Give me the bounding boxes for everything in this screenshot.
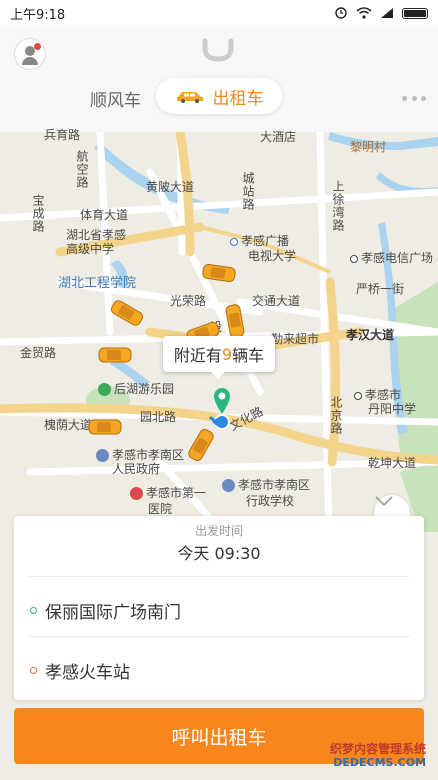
map-label: 孝汉大道 xyxy=(346,328,395,342)
signal-icon xyxy=(381,8,393,18)
map-label: 北京路 xyxy=(329,396,343,435)
taxi-icon xyxy=(176,92,203,103)
nearby-cars-tooltip: 附近有 9 辆车 xyxy=(163,336,275,379)
notification-dot xyxy=(34,43,41,50)
map-label: 高级中学 xyxy=(66,242,115,256)
map-label: 孝感市孝南区 xyxy=(222,476,310,493)
divider xyxy=(28,636,410,637)
map-label: 宝成路 xyxy=(31,194,45,233)
battery-icon xyxy=(402,7,428,19)
departure-time-label: 出发时间 xyxy=(194,524,243,538)
map-label: 大酒店 xyxy=(260,130,297,144)
status-time: 上午9:18 xyxy=(10,7,66,23)
map-label: 兵育路 xyxy=(44,128,81,142)
origin-marker-icon xyxy=(30,607,37,614)
location-pin-icon xyxy=(212,388,230,430)
wifi-icon xyxy=(356,7,372,19)
destination-marker-icon xyxy=(30,667,37,674)
map-label: 园北路 xyxy=(140,410,177,424)
map-label: 交通大道 xyxy=(252,294,301,308)
origin-field[interactable]: 保丽国际广场南门 xyxy=(30,598,181,623)
map-label: 上徐湾路 xyxy=(331,180,345,232)
more-menu-icon[interactable] xyxy=(402,96,426,102)
map-label: 行政学校 xyxy=(246,494,295,508)
alarm-icon xyxy=(335,7,347,19)
top-header: 顺风车 出租车 xyxy=(0,26,438,132)
map-label: 航空路 xyxy=(75,150,89,189)
map-label: 黄陂大道 xyxy=(146,180,195,194)
map-label: 丹阳中学 xyxy=(368,402,417,416)
watermark: 织梦内容管理系统 DEDECMS.COM xyxy=(330,742,427,769)
map-label: 医院 xyxy=(148,502,173,516)
avatar[interactable] xyxy=(14,38,46,70)
departure-time-picker[interactable]: 今天 09:30 xyxy=(14,540,424,564)
map-label: 体育大道 xyxy=(80,208,129,222)
tab-taxi[interactable]: 出租车 xyxy=(156,78,282,114)
destination-text: 孝感火车站 xyxy=(45,663,130,683)
origin-text: 保丽国际广场南门 xyxy=(45,603,181,623)
map-label: 湖北工程学院 xyxy=(58,276,137,291)
map-label: 金贸路 xyxy=(20,346,57,360)
tab-taxi-label: 出租车 xyxy=(212,88,264,109)
map-label: 后湖游乐园 xyxy=(98,380,174,397)
destination-field[interactable]: 孝感火车站 xyxy=(30,658,130,683)
map-label: 电视大学 xyxy=(248,249,297,263)
chevron-down-icon xyxy=(375,496,393,507)
map-label: 孝感电信广场 xyxy=(350,249,433,266)
map-label: 人民政府 xyxy=(112,462,161,476)
tab-carpool[interactable]: 顺风车 xyxy=(90,86,141,111)
taxi-marker[interactable] xyxy=(88,418,122,436)
app-logo-icon xyxy=(202,38,234,62)
divider xyxy=(28,576,410,577)
map-label: 孝感市第一 xyxy=(130,484,206,501)
map-label: 光荣路 xyxy=(170,294,207,308)
map-label: 严桥一街 xyxy=(356,282,405,296)
nearby-cars-count: 9 xyxy=(221,344,233,364)
map-label: 槐荫大道 xyxy=(44,418,93,432)
order-card: 出发时间 今天 09:30 保丽国际广场南门 孝感火车站 xyxy=(14,516,424,700)
service-tabs: 顺风车 出租车 xyxy=(0,78,438,118)
map-label: 乾坤大道 xyxy=(368,456,417,470)
map-label: 黎明村 xyxy=(350,140,387,154)
status-bar: 上午9:18 xyxy=(0,0,438,26)
map-label: 城站路 xyxy=(241,172,255,211)
taxi-marker[interactable] xyxy=(98,346,132,364)
